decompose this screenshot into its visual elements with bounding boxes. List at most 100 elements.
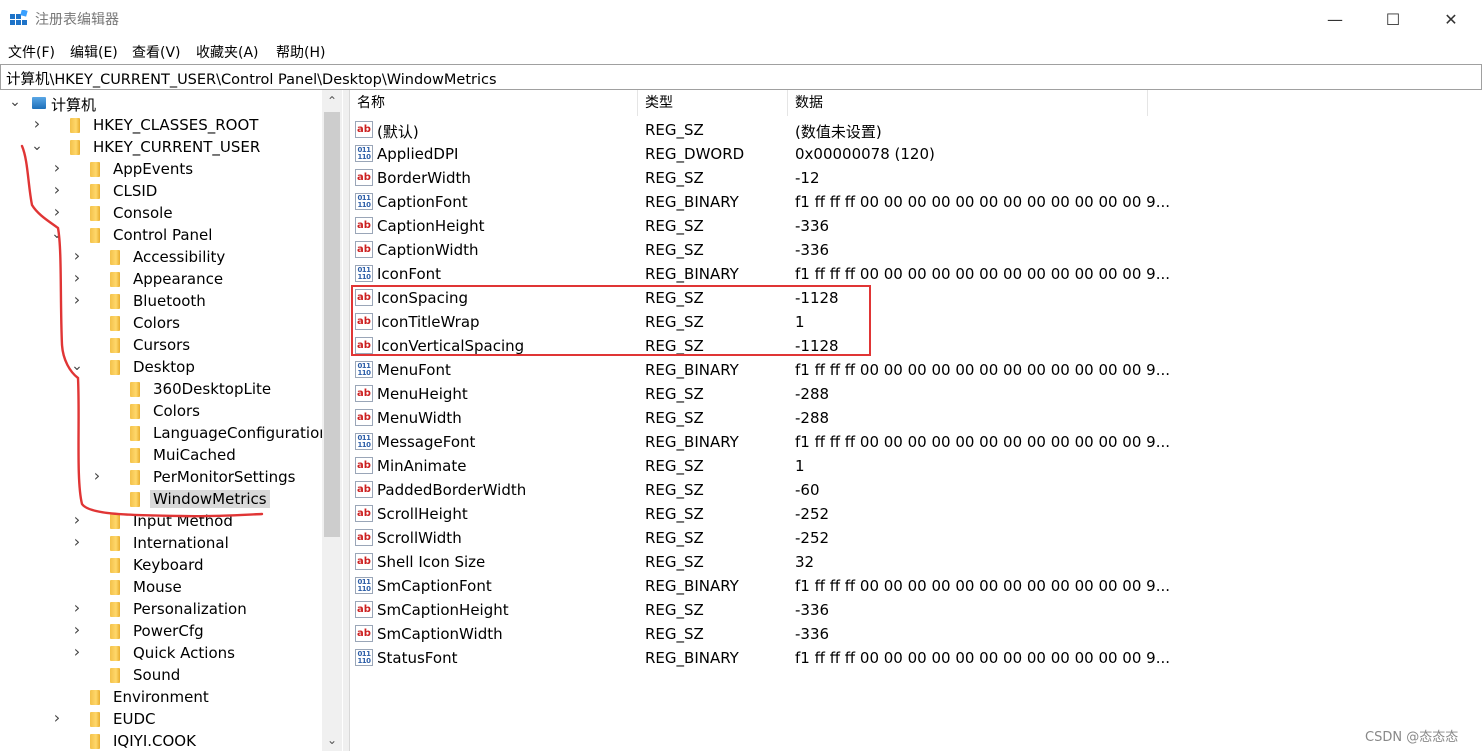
value-row[interactable]: 011 110 MenuFont REG_BINARY f1 ff ff ff 00 …	[350, 358, 1170, 382]
tree-node-label[interactable]: Bluetooth	[133, 292, 206, 310]
value-row[interactable]: ab SmCaptionHeight REG_SZ -336	[350, 598, 1150, 622]
tree-node-label[interactable]: HKEY_CURRENT_USER	[93, 138, 260, 156]
tree-node[interactable]: Colors	[0, 312, 322, 334]
tree-node[interactable]: › Input Method	[0, 510, 322, 532]
tree-node[interactable]: Mouse	[0, 576, 322, 598]
tree-node-label[interactable]: WindowMetrics	[150, 490, 270, 508]
tree-node-label[interactable]: HKEY_CLASSES_ROOT	[93, 116, 258, 134]
address-path[interactable]: 计算机\HKEY_CURRENT_USER\Control Panel\Desk…	[6, 68, 497, 89]
menu-file[interactable]: 文件(F)	[8, 42, 55, 62]
expand-chevron-icon[interactable]: ›	[70, 600, 84, 616]
tree-node-label[interactable]: PowerCfg	[133, 622, 204, 640]
tree-node-label[interactable]: Appearance	[133, 270, 223, 288]
value-row[interactable]: ab MinAnimate REG_SZ 1	[350, 454, 1150, 478]
tree-node[interactable]: › International	[0, 532, 322, 554]
expand-chevron-icon[interactable]: ›	[90, 468, 104, 484]
tree-node-label[interactable]: Cursors	[133, 336, 190, 354]
tree-node[interactable]: › Console	[0, 202, 322, 224]
tree-node-label[interactable]: PerMonitorSettings	[153, 468, 295, 486]
scroll-up-icon[interactable]: ⌃	[322, 90, 342, 112]
tree-node[interactable]: › Personalization	[0, 598, 322, 620]
tree-node[interactable]: ⌄ 计算机	[0, 92, 322, 114]
expand-chevron-icon[interactable]: ›	[70, 512, 84, 528]
tree-node-label[interactable]: Mouse	[133, 578, 182, 596]
expand-chevron-icon[interactable]: ›	[50, 182, 64, 198]
expand-chevron-icon[interactable]: ›	[70, 534, 84, 550]
value-row[interactable]: 011 110 MessageFont REG_BINARY f1 ff ff ff …	[350, 430, 1170, 454]
tree-node-label[interactable]: Control Panel	[113, 226, 212, 244]
menu-help[interactable]: 帮助(H)	[276, 42, 325, 62]
value-row[interactable]: ab CaptionHeight REG_SZ -336	[350, 214, 1150, 238]
tree-node[interactable]: › Accessibility	[0, 246, 322, 268]
tree-node[interactable]: ⌄ HKEY_CURRENT_USER	[0, 136, 322, 158]
value-row[interactable]: ab BorderWidth REG_SZ -12	[350, 166, 1150, 190]
value-row[interactable]: ab IconSpacing REG_SZ -1128	[350, 286, 1150, 310]
tree-node-label[interactable]: EUDC	[113, 710, 155, 728]
tree-node-label[interactable]: Sound	[133, 666, 180, 684]
tree-node[interactable]: Sound	[0, 664, 322, 686]
maximize-button[interactable]: ☐	[1364, 0, 1422, 38]
expand-chevron-icon[interactable]: ›	[70, 644, 84, 660]
expand-chevron-icon[interactable]: ›	[50, 710, 64, 726]
tree-node[interactable]: › AppEvents	[0, 158, 322, 180]
collapse-chevron-icon[interactable]: ⌄	[50, 227, 64, 241]
tree-node[interactable]: › PowerCfg	[0, 620, 322, 642]
column-header-type[interactable]: 类型	[638, 90, 788, 116]
pane-splitter[interactable]	[343, 90, 350, 751]
value-row[interactable]: 011 110 IconFont REG_BINARY f1 ff ff ff 00 …	[350, 262, 1170, 286]
tree-node[interactable]: ⌄ Control Panel	[0, 224, 322, 246]
value-row[interactable]: ab MenuWidth REG_SZ -288	[350, 406, 1150, 430]
tree-node[interactable]: Colors	[0, 400, 322, 422]
address-bar[interactable]: 计算机\HKEY_CURRENT_USER\Control Panel\Desk…	[0, 64, 1482, 90]
tree-scrollbar[interactable]: ⌃ ⌄	[322, 90, 342, 751]
tree-node[interactable]: › Appearance	[0, 268, 322, 290]
tree-node-label[interactable]: Personalization	[133, 600, 247, 618]
tree-node-label[interactable]: Input Method	[133, 512, 233, 530]
value-row[interactable]: ab (默认) REG_SZ (数值未设置)	[350, 118, 1150, 142]
value-row[interactable]: 011 110 CaptionFont REG_BINARY f1 ff ff ff …	[350, 190, 1170, 214]
tree-node-label[interactable]: MuiCached	[153, 446, 236, 464]
tree-node[interactable]: Cursors	[0, 334, 322, 356]
value-row[interactable]: ab Shell Icon Size REG_SZ 32	[350, 550, 1150, 574]
tree-node[interactable]: Environment	[0, 686, 322, 708]
registry-tree[interactable]: ⌄ 计算机 › HKEY_CLASSES_ROOT ⌄ HKEY_CURRENT_USER…	[0, 90, 345, 751]
menu-view[interactable]: 查看(V)	[132, 42, 181, 62]
tree-node-label[interactable]: CLSID	[113, 182, 157, 200]
value-row[interactable]: ab CaptionWidth REG_SZ -336	[350, 238, 1150, 262]
value-row[interactable]: ab IconTitleWrap REG_SZ 1	[350, 310, 1150, 334]
values-list[interactable]: 名称 类型 数据 ab (默认) REG_SZ (数值未设置) 011 110 Appli…	[350, 90, 1482, 751]
tree-node-label[interactable]: Colors	[153, 402, 200, 420]
value-row[interactable]: ab IconVerticalSpacing REG_SZ -1128	[350, 334, 1150, 358]
expand-chevron-icon[interactable]: ›	[50, 204, 64, 220]
tree-node[interactable]: IQIYI.COOK	[0, 730, 322, 751]
menu-favorites[interactable]: 收藏夹(A)	[196, 42, 259, 62]
expand-chevron-icon[interactable]: ›	[70, 622, 84, 638]
scroll-down-icon[interactable]: ⌄	[322, 729, 342, 751]
value-row[interactable]: 011 110 SmCaptionFont REG_BINARY f1 ff ff f…	[350, 574, 1170, 598]
tree-node-label[interactable]: Desktop	[133, 358, 195, 376]
value-row[interactable]: ab PaddedBorderWidth REG_SZ -60	[350, 478, 1150, 502]
tree-node[interactable]: › CLSID	[0, 180, 322, 202]
tree-node-label[interactable]: 计算机	[51, 94, 96, 115]
tree-node-label[interactable]: Colors	[133, 314, 180, 332]
tree-node[interactable]: MuiCached	[0, 444, 322, 466]
collapse-chevron-icon[interactable]: ⌄	[70, 359, 84, 373]
tree-node-label[interactable]: IQIYI.COOK	[113, 732, 196, 750]
tree-node-label[interactable]: Accessibility	[133, 248, 225, 266]
collapse-chevron-icon[interactable]: ⌄	[8, 95, 22, 109]
tree-node-label[interactable]: Keyboard	[133, 556, 204, 574]
tree-node[interactable]: 360DesktopLite	[0, 378, 322, 400]
expand-chevron-icon[interactable]: ›	[70, 248, 84, 264]
tree-node[interactable]: › HKEY_CLASSES_ROOT	[0, 114, 322, 136]
tree-node-label[interactable]: International	[133, 534, 229, 552]
expand-chevron-icon[interactable]: ›	[70, 292, 84, 308]
value-row[interactable]: 011 110 StatusFont REG_BINARY f1 ff ff ff 0…	[350, 646, 1170, 670]
expand-chevron-icon[interactable]: ›	[30, 116, 44, 132]
tree-node[interactable]: › Bluetooth	[0, 290, 322, 312]
tree-node-label[interactable]: AppEvents	[113, 160, 193, 178]
scrollbar-thumb[interactable]	[324, 112, 340, 537]
minimize-button[interactable]: —	[1306, 0, 1364, 38]
column-header-data[interactable]: 数据	[788, 90, 1148, 116]
value-row[interactable]: 011 110 AppliedDPI REG_DWORD 0x00000078 (12…	[350, 142, 1150, 166]
expand-chevron-icon[interactable]: ›	[50, 160, 64, 176]
